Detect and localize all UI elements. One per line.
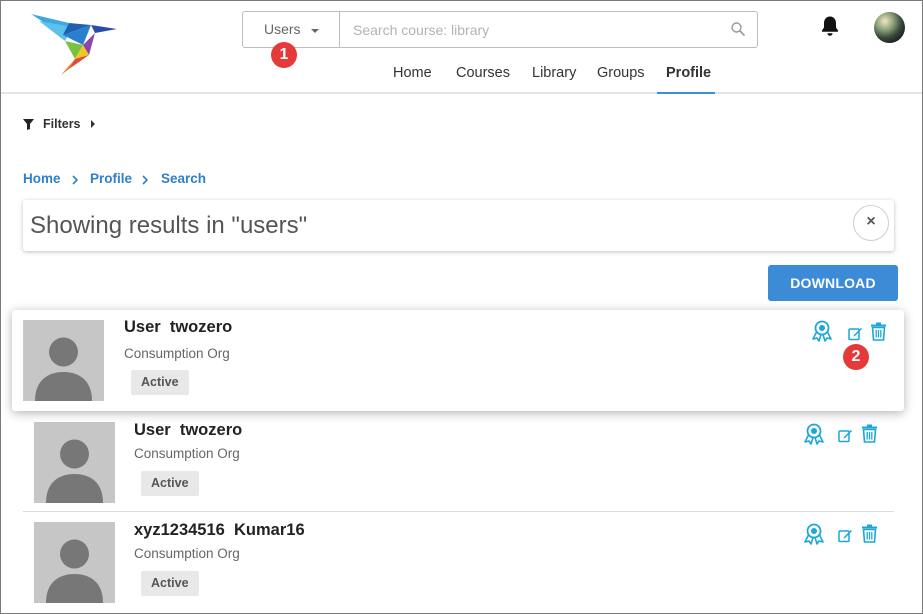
edit-icon[interactable]	[838, 528, 853, 543]
trash-icon[interactable]	[870, 322, 887, 341]
user-avatar-placeholder-icon	[23, 320, 104, 401]
app-frame: Users 1 Home Courses Library Groups Prof…	[0, 0, 923, 614]
user-org: Consumption Org	[124, 346, 230, 361]
breadcrumb-profile[interactable]: Profile	[90, 171, 132, 186]
badge-award-icon[interactable]	[810, 320, 834, 342]
user-name[interactable]: User twozero	[134, 421, 242, 440]
search-bar: Users	[242, 11, 758, 48]
user-avatar[interactable]	[874, 12, 905, 43]
search-icon[interactable]	[730, 21, 746, 37]
user-card[interactable]: User twozero Consumption Org Active 2	[12, 310, 904, 411]
status-badge: Active	[141, 571, 199, 596]
annotation-badge-2: 2	[843, 344, 869, 370]
trash-icon[interactable]	[861, 424, 878, 443]
nav-library[interactable]: Library	[532, 53, 576, 93]
badge-award-icon[interactable]	[802, 523, 826, 545]
clear-search-button[interactable]: ×	[853, 205, 889, 241]
search-type-dropdown[interactable]: Users	[243, 12, 340, 47]
user-org: Consumption Org	[134, 546, 240, 561]
status-badge: Active	[131, 370, 189, 395]
nav-courses[interactable]: Courses	[456, 53, 510, 93]
hummingbird-logo[interactable]	[29, 11, 119, 77]
caret-down-icon	[311, 29, 319, 33]
caret-right-icon	[91, 120, 95, 128]
results-header: Showing results in "users" ×	[23, 200, 894, 251]
edit-icon[interactable]	[848, 326, 863, 341]
user-avatar-placeholder-icon	[34, 522, 115, 603]
user-card[interactable]: xyz1234516 Kumar16 Consumption Org Activ…	[23, 514, 894, 612]
bell-icon[interactable]	[820, 15, 840, 37]
download-button[interactable]: DOWNLOAD	[768, 265, 898, 301]
chevron-right-icon	[142, 175, 149, 185]
filter-icon	[23, 119, 34, 130]
top-header: Users 1 Home Courses Library Groups Prof…	[1, 1, 922, 94]
results-title: Showing results in "users"	[30, 212, 308, 239]
active-tab-indicator	[657, 92, 715, 94]
annotation-badge-1: 1	[271, 42, 297, 68]
user-name[interactable]: User twozero	[124, 318, 232, 337]
filters-label: Filters	[43, 117, 81, 131]
nav-profile[interactable]: Profile	[666, 53, 711, 93]
trash-icon[interactable]	[861, 524, 878, 543]
close-icon: ×	[866, 213, 876, 230]
user-org: Consumption Org	[134, 446, 240, 461]
breadcrumb-home[interactable]: Home	[23, 171, 61, 186]
user-name[interactable]: xyz1234516 Kumar16	[134, 521, 305, 540]
edit-icon[interactable]	[838, 428, 853, 443]
search-type-label: Users	[264, 21, 301, 37]
user-card[interactable]: User twozero Consumption Org Active	[23, 414, 894, 512]
user-avatar-placeholder-icon	[34, 422, 115, 503]
search-input[interactable]	[341, 12, 721, 47]
nav-home[interactable]: Home	[393, 53, 432, 93]
chevron-right-icon	[72, 175, 79, 185]
nav-groups[interactable]: Groups	[597, 53, 645, 93]
status-badge: Active	[141, 471, 199, 496]
badge-award-icon[interactable]	[802, 423, 826, 445]
breadcrumb-search[interactable]: Search	[161, 171, 206, 186]
